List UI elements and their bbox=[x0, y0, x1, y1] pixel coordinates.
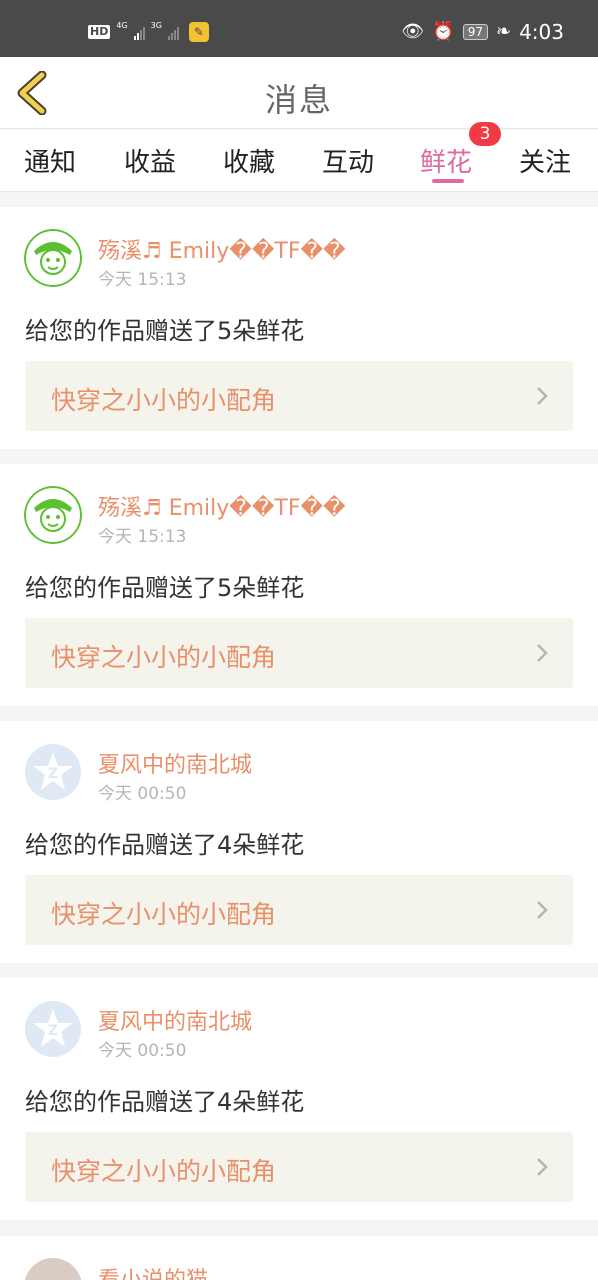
work-link[interactable]: 快穿之小小的小配角 bbox=[25, 1132, 573, 1202]
sender-name[interactable]: 殇溪♬ Emily��TF�� bbox=[98, 490, 346, 522]
sender-name[interactable]: 殇溪♬ Emily��TF�� bbox=[98, 233, 346, 265]
chevron-right-icon bbox=[537, 644, 548, 662]
work-title: 快穿之小小的小配角 bbox=[51, 386, 277, 415]
avatar[interactable]: Z bbox=[24, 743, 82, 801]
message-text: 给您的作品赠送了5朵鲜花 bbox=[25, 317, 305, 345]
message-text: 给您的作品赠送了5朵鲜花 bbox=[25, 574, 305, 602]
eye-icon: 👁 bbox=[401, 21, 425, 42]
battery-icon: 97 bbox=[462, 24, 488, 40]
message-card: Z 夏风中的南北城 今天 00:50 给您的作品赠送了4朵鲜花 快穿之小小的小配… bbox=[0, 721, 598, 963]
message-card: 看小说的猫 bbox=[0, 1236, 598, 1280]
sim1-network-label: 4G bbox=[116, 21, 128, 30]
message-time: 今天 15:13 bbox=[98, 270, 187, 290]
message-card: 殇溪♬ Emily��TF�� 今天 15:13 给您的作品赠送了5朵鲜花 快穿… bbox=[0, 207, 598, 449]
hd-indicator: HD bbox=[88, 25, 111, 39]
sim2-network-label: 3G bbox=[150, 21, 162, 30]
message-card: 殇溪♬ Emily��TF�� 今天 15:13 给您的作品赠送了5朵鲜花 快穿… bbox=[0, 464, 598, 706]
tab-badge: 3 bbox=[469, 122, 501, 146]
leaf-icon: ❧ bbox=[495, 21, 512, 42]
message-card: Z 夏风中的南北城 今天 00:50 给您的作品赠送了4朵鲜花 快穿之小小的小配… bbox=[0, 978, 598, 1220]
active-tab-indicator bbox=[432, 179, 464, 183]
signal-icon-2 bbox=[167, 24, 179, 40]
work-title: 快穿之小小的小配角 bbox=[51, 1157, 277, 1186]
avatar[interactable]: Z bbox=[24, 1000, 82, 1058]
signal-icon bbox=[133, 24, 145, 40]
message-text: 给您的作品赠送了4朵鲜花 bbox=[25, 831, 305, 859]
avatar[interactable] bbox=[24, 1258, 82, 1280]
chevron-right-icon bbox=[537, 387, 548, 405]
sender-name[interactable]: 夏风中的南北城 bbox=[98, 747, 252, 779]
avatar[interactable] bbox=[24, 229, 82, 287]
work-link[interactable]: 快穿之小小的小配角 bbox=[25, 618, 573, 688]
tab-flowers[interactable]: 鲜花 bbox=[420, 142, 472, 179]
status-left: HD 4G 3G ✎ bbox=[88, 22, 209, 42]
tab-follow[interactable]: 关注 bbox=[519, 142, 571, 179]
tab-earnings[interactable]: 收益 bbox=[124, 142, 176, 179]
page-title: 消息 bbox=[264, 81, 333, 119]
sender-name[interactable]: 夏风中的南北城 bbox=[98, 1004, 252, 1036]
svg-text:Z: Z bbox=[48, 766, 58, 782]
tab-favorites[interactable]: 收藏 bbox=[223, 142, 275, 179]
app-notification-icon: ✎ bbox=[188, 22, 209, 42]
alarm-icon: ⏰ bbox=[432, 21, 455, 42]
clock: 4:03 bbox=[519, 20, 564, 44]
message-time: 今天 00:50 bbox=[98, 784, 187, 804]
chevron-right-icon bbox=[537, 1158, 548, 1176]
work-link[interactable]: 快穿之小小的小配角 bbox=[25, 361, 573, 431]
chevron-right-icon bbox=[537, 901, 548, 919]
sender-name[interactable]: 看小说的猫 bbox=[98, 1262, 208, 1280]
message-time: 今天 15:13 bbox=[98, 527, 187, 547]
tab-bar: 通知 收益 收藏 互动 鲜花 3 关注 bbox=[0, 122, 598, 192]
message-text: 给您的作品赠送了4朵鲜花 bbox=[25, 1088, 305, 1116]
nav-bar: 消息 bbox=[0, 57, 598, 129]
status-right: 👁 ⏰ 97 ❧ 4:03 bbox=[401, 22, 564, 42]
status-bar: HD 4G 3G ✎ 👁 ⏰ 97 ❧ 4:03 bbox=[0, 0, 598, 57]
work-title: 快穿之小小的小配角 bbox=[51, 900, 277, 929]
tab-interaction[interactable]: 互动 bbox=[322, 142, 374, 179]
message-time: 今天 00:50 bbox=[98, 1041, 187, 1061]
work-link[interactable]: 快穿之小小的小配角 bbox=[25, 875, 573, 945]
avatar[interactable] bbox=[24, 486, 82, 544]
work-title: 快穿之小小的小配角 bbox=[51, 643, 277, 672]
tab-notice[interactable]: 通知 bbox=[24, 142, 76, 179]
svg-text:Z: Z bbox=[48, 1023, 58, 1039]
